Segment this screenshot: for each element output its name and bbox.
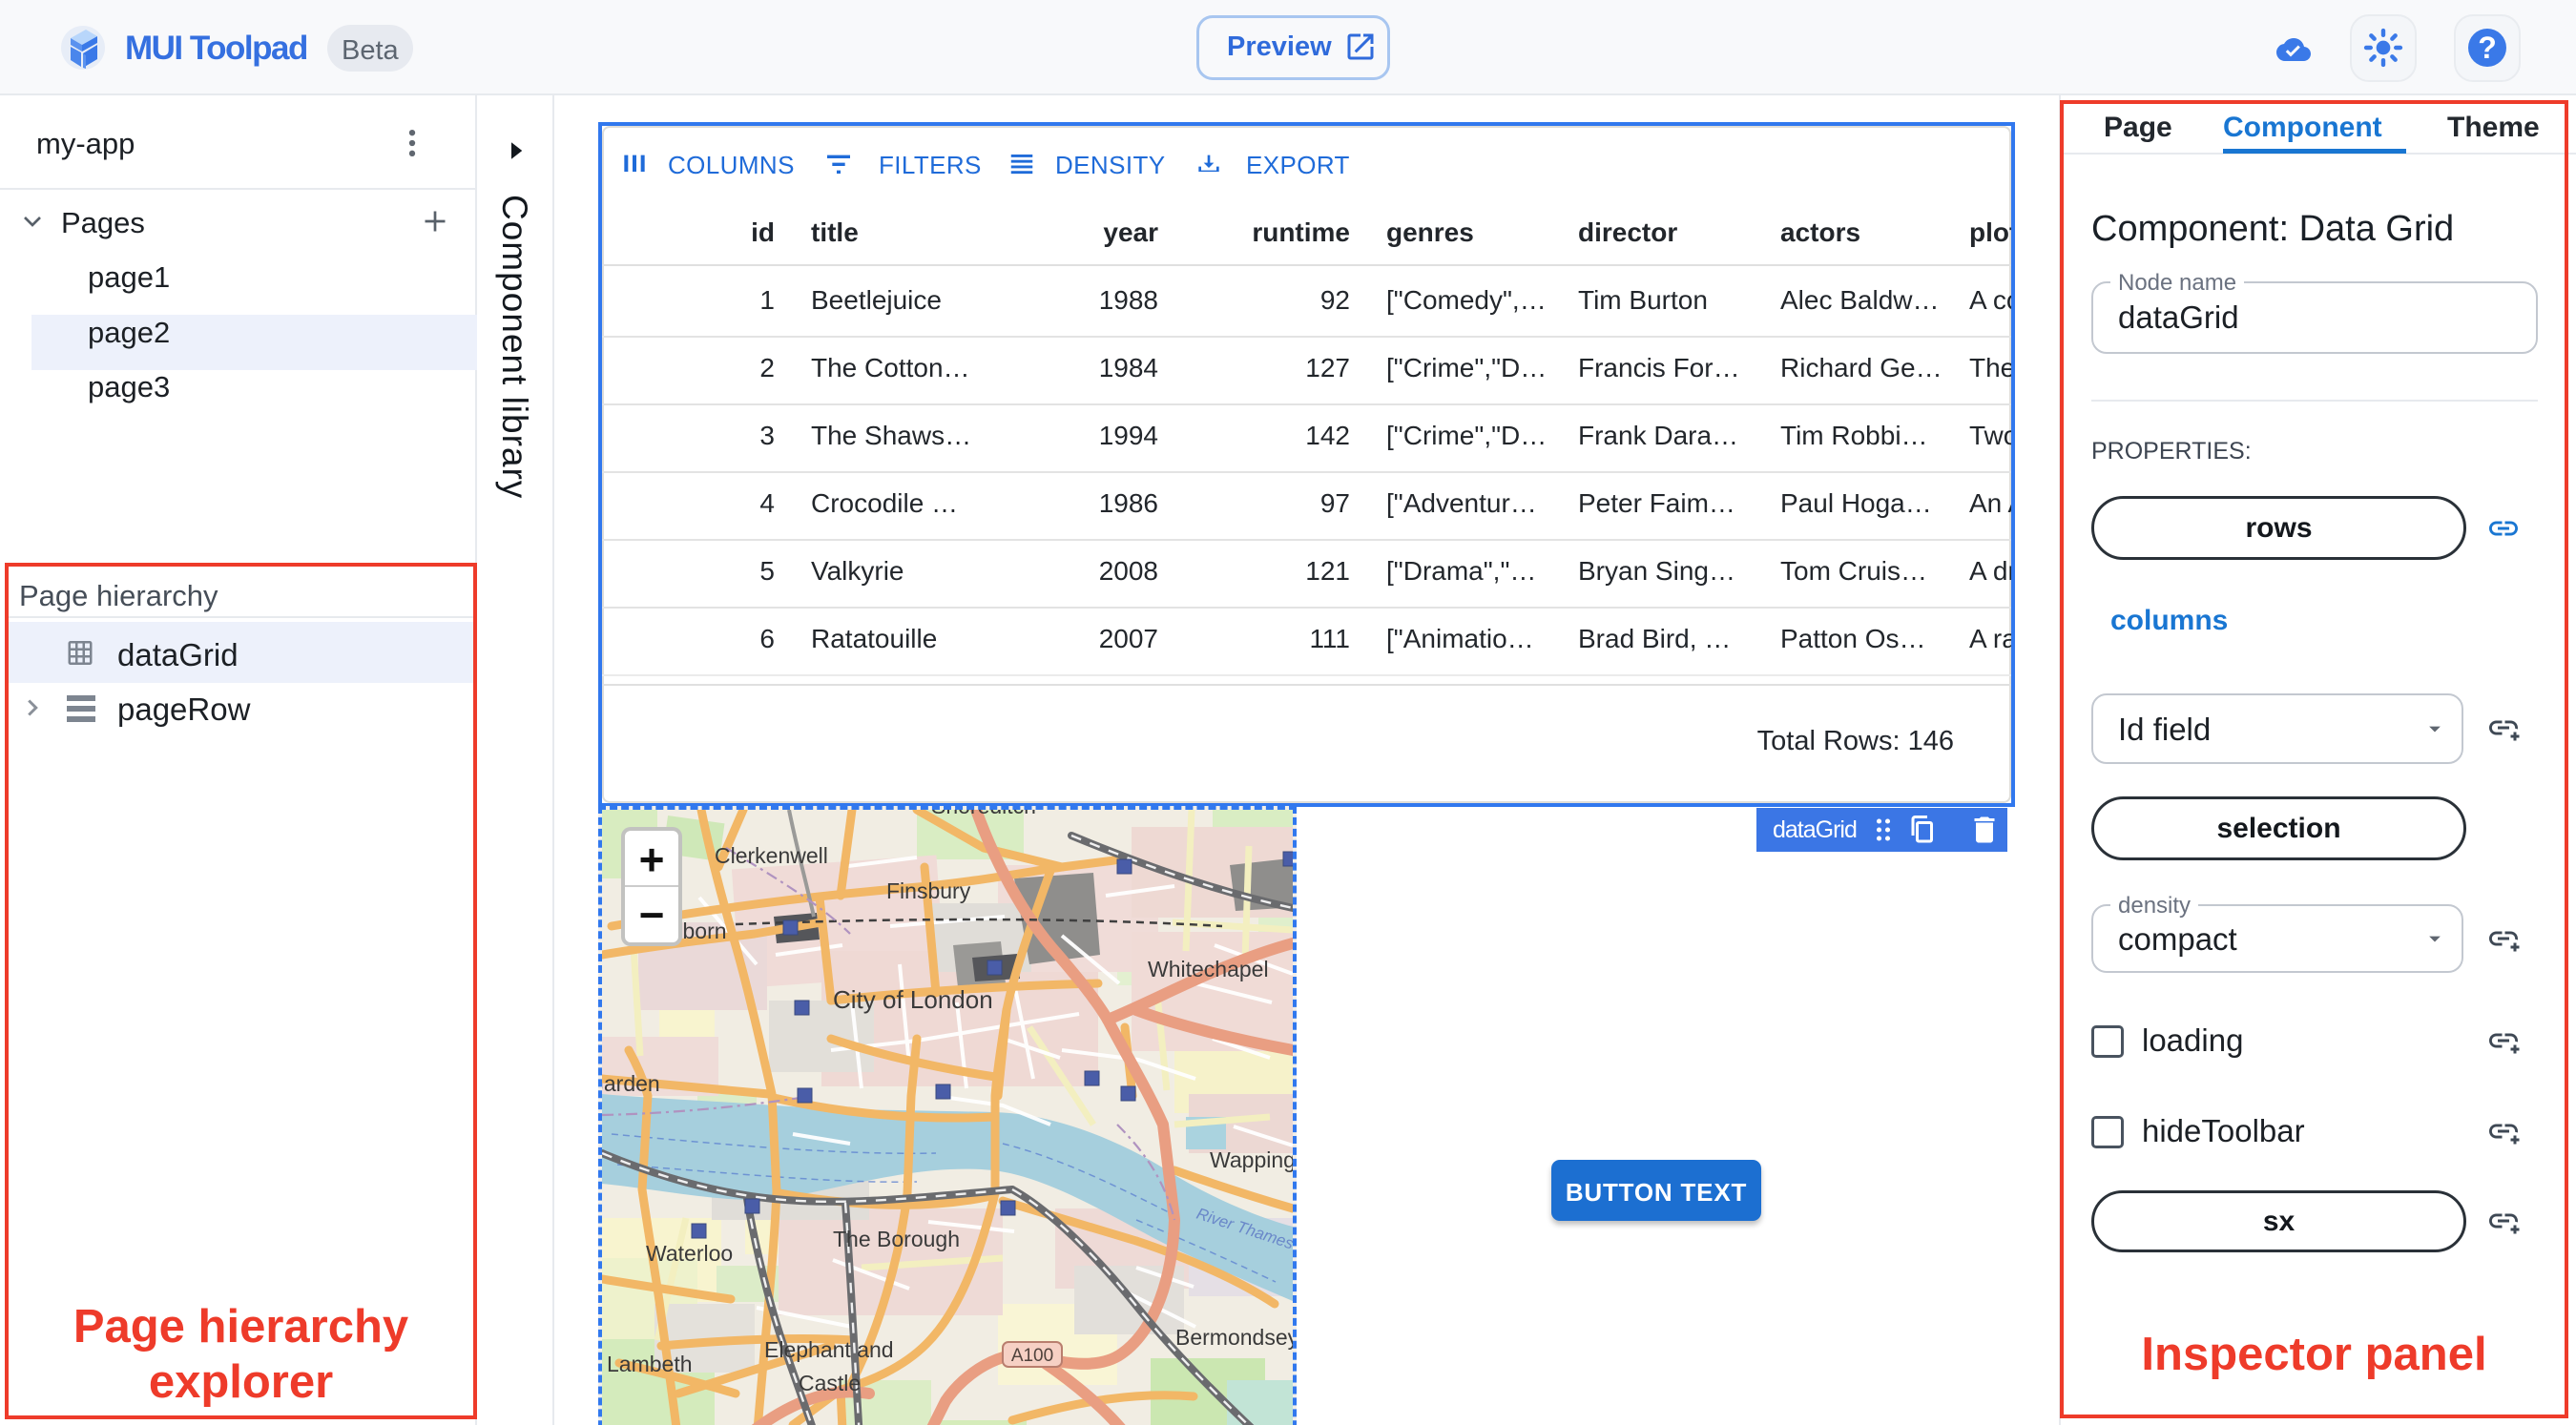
- svg-text:Castle: Castle: [799, 1371, 861, 1395]
- svg-text:Lambeth: Lambeth: [607, 1352, 693, 1376]
- svg-text:Finsbury: Finsbury: [886, 878, 971, 903]
- svg-text:City of London: City of London: [833, 985, 993, 1014]
- svg-text:Wapping: Wapping: [1210, 1147, 1293, 1172]
- svg-text:A100: A100: [1011, 1346, 1053, 1366]
- svg-text:Whitechapel: Whitechapel: [1148, 957, 1269, 981]
- svg-text:Bermondsey: Bermondsey: [1175, 1325, 1293, 1350]
- svg-text:The Borough: The Borough: [833, 1227, 960, 1251]
- svg-text:Waterloo: Waterloo: [646, 1241, 733, 1266]
- svg-text:Garden: Garden: [602, 1071, 660, 1096]
- svg-text:Clerkenwell: Clerkenwell: [715, 843, 828, 868]
- svg-text:Elephant and: Elephant and: [764, 1337, 894, 1362]
- svg-text:Shoreditch: Shoreditch: [931, 810, 1036, 818]
